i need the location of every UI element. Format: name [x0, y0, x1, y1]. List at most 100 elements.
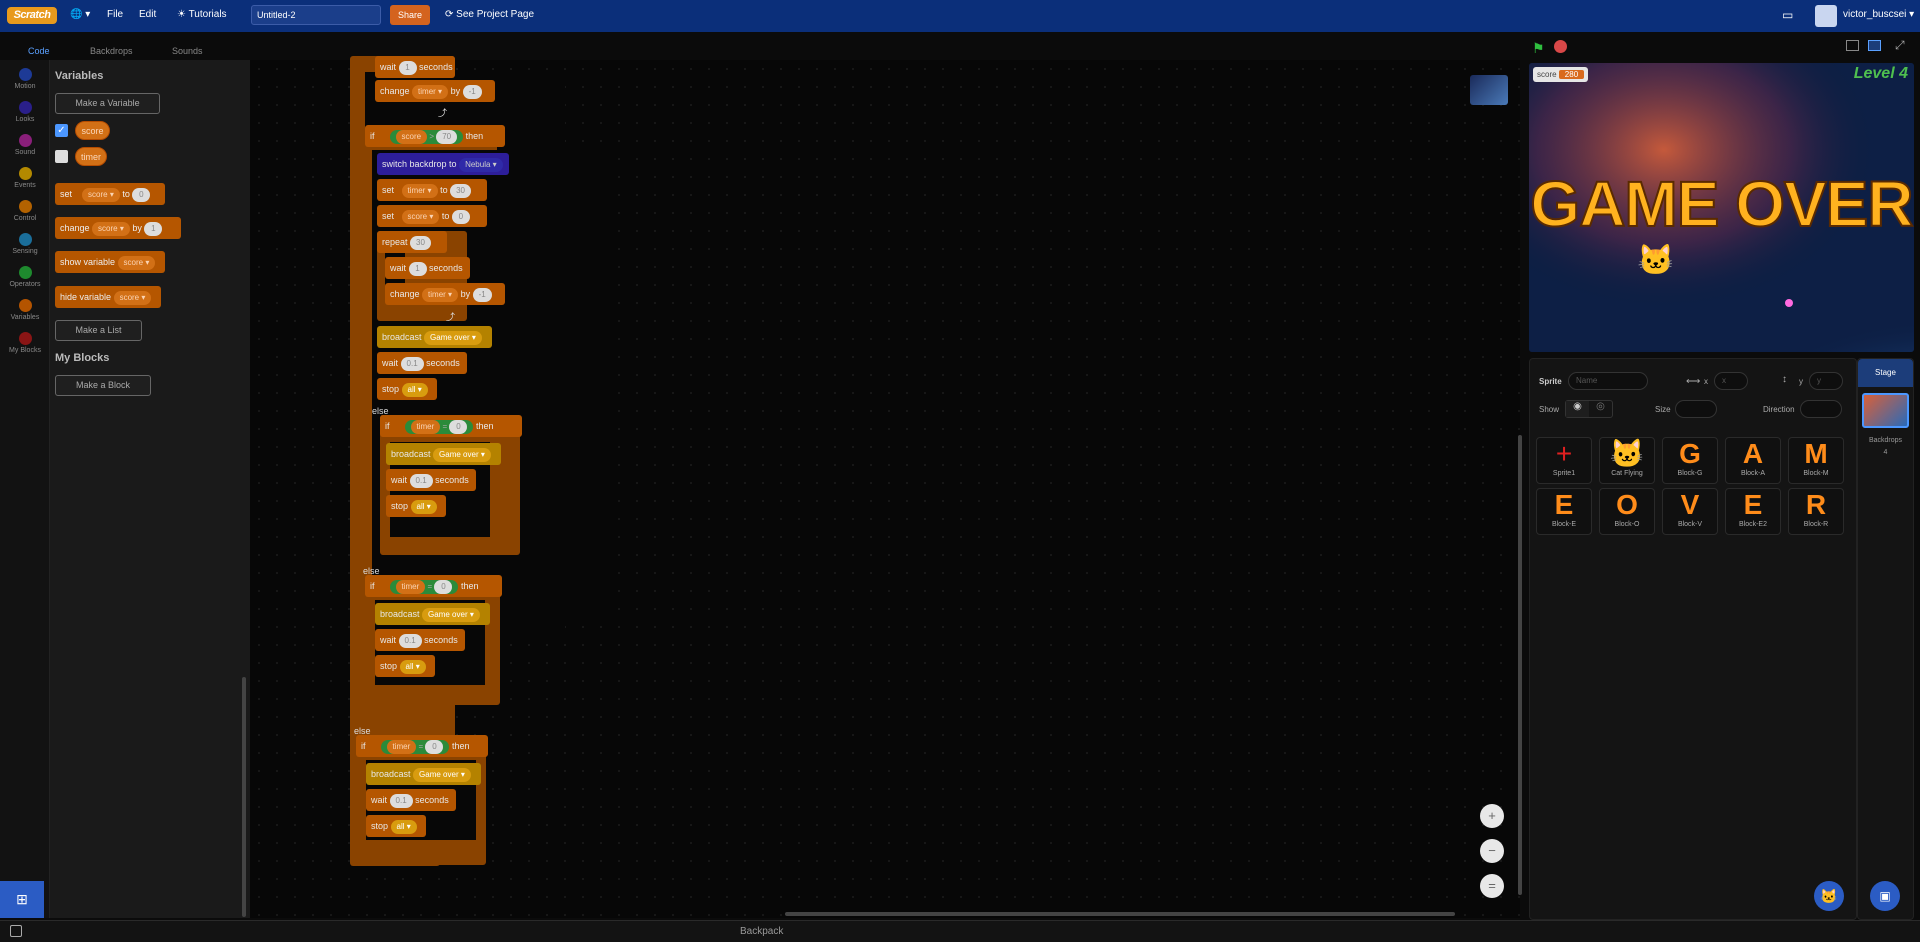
wait-input[interactable]: 0.1	[409, 473, 433, 488]
timer-reporter[interactable]: timer	[395, 579, 426, 594]
project-title-input[interactable]: Untitled-2	[251, 5, 381, 25]
backpack-bar[interactable]: Backpack	[0, 920, 1920, 942]
timer-checkbox[interactable]	[55, 150, 68, 163]
show-var-dropdown[interactable]: score ▾	[117, 255, 156, 270]
stage-thumbnail[interactable]	[1862, 393, 1909, 428]
stop-dropdown[interactable]: all ▾	[410, 499, 437, 514]
sprite-tile[interactable]: E Block-E2	[1725, 488, 1781, 535]
change-block[interactable]: change timer ▾ by -1	[375, 80, 495, 102]
equals-operator[interactable]: timer = 0	[389, 579, 459, 594]
sprite-tile[interactable]: 🐱 Cat Flying	[1599, 437, 1655, 484]
category-sound[interactable]: Sound	[0, 134, 50, 156]
category-sensing[interactable]: Sensing	[0, 233, 50, 255]
size-input[interactable]	[1675, 400, 1717, 418]
edit-menu[interactable]: Edit	[139, 0, 156, 32]
x-input[interactable]: x	[1714, 372, 1748, 390]
sprite-tile[interactable]: O Block-O	[1599, 488, 1655, 535]
sprite-name-input[interactable]: Name	[1568, 372, 1648, 390]
zoom-in-icon[interactable]: +	[1480, 804, 1504, 828]
switch-backdrop-block[interactable]: switch backdrop to Nebula ▾	[377, 153, 509, 175]
wait-block[interactable]: wait 0.1 seconds	[375, 629, 465, 651]
code-workspace[interactable]: wait 1 seconds change timer ▾ by -1 ⤴ if sc…	[250, 56, 1522, 918]
make-list-button[interactable]: Make a List	[55, 320, 142, 341]
direction-input[interactable]	[1800, 400, 1842, 418]
equals-operator[interactable]: timer = 0	[380, 739, 450, 754]
score-reporter[interactable]: score	[75, 121, 110, 140]
see-project-page-button[interactable]: ⟳ See Project Page	[445, 0, 534, 32]
stop-block[interactable]: stop all ▾	[377, 378, 437, 400]
repeat-input[interactable]: 30	[410, 235, 431, 250]
repeat-block[interactable]: repeat 30	[377, 231, 447, 253]
if-block[interactable]: if score > 70 then	[365, 125, 505, 147]
compare-input[interactable]: 0	[425, 739, 444, 754]
file-menu[interactable]: File	[107, 0, 123, 32]
wait-input[interactable]: 0.1	[400, 356, 424, 371]
stage-selector[interactable]: Stage Backdrops 4 ▣	[1857, 358, 1914, 920]
sprite-tile[interactable]: E Block-E	[1536, 488, 1592, 535]
change-variable-block[interactable]: change score ▾ by 1	[55, 217, 181, 239]
change-value-input[interactable]: 1	[144, 221, 163, 236]
compare-input[interactable]: 0	[449, 419, 468, 434]
avatar[interactable]	[1815, 5, 1837, 27]
by-input[interactable]: -1	[472, 287, 492, 302]
if-block[interactable]: if timer = 0 then	[356, 735, 488, 757]
tab-code[interactable]: Code	[10, 42, 58, 60]
choose-backdrop-button[interactable]: ▣	[1870, 881, 1900, 911]
category-looks[interactable]: Looks	[0, 101, 50, 123]
sprite-tile[interactable]: M Block-M	[1788, 437, 1844, 484]
sprite-tile[interactable]: A Block-A	[1725, 437, 1781, 484]
set-value-input[interactable]: 0	[132, 187, 151, 202]
backdrop-dropdown[interactable]: Nebula ▾	[459, 157, 503, 172]
hide-var-dropdown[interactable]: score ▾	[113, 290, 152, 305]
stop-dropdown[interactable]: all ▾	[390, 819, 417, 834]
wait-input[interactable]: 0.1	[398, 633, 422, 648]
tab-backdrops[interactable]: Backdrops	[72, 42, 148, 60]
workspace-vertical-scrollbar[interactable]	[1518, 435, 1522, 895]
zoom-out-icon[interactable]: −	[1480, 839, 1504, 863]
broadcast-dropdown[interactable]: Game over ▾	[422, 607, 480, 622]
username[interactable]: victor_buscsei ▾	[1843, 0, 1914, 32]
palette-scrollbar[interactable]	[242, 677, 246, 917]
timer-reporter[interactable]: timer	[410, 419, 441, 434]
normal-stage-icon[interactable]	[1868, 40, 1881, 51]
category-events[interactable]: Events	[0, 167, 50, 189]
var-dropdown[interactable]: timer ▾	[422, 287, 459, 302]
wait-block[interactable]: wait 0.1 seconds	[377, 352, 467, 374]
add-extension-button[interactable]: ⊞	[0, 881, 44, 918]
wait-input[interactable]: 1	[398, 60, 417, 75]
set-block[interactable]: set score ▾ to 0	[377, 205, 487, 227]
workspace-horizontal-scrollbar[interactable]	[785, 912, 1455, 916]
compare-input[interactable]: 0	[434, 579, 453, 594]
fullscreen-icon[interactable]: ⤢	[1895, 38, 1905, 53]
wait-block[interactable]: wait 0.1 seconds	[366, 789, 456, 811]
sprite-tile[interactable]: R Block-R	[1788, 488, 1844, 535]
category-control[interactable]: Control	[0, 200, 50, 222]
var-dropdown[interactable]: timer ▾	[412, 84, 449, 99]
if-block[interactable]: if timer = 0 then	[365, 575, 502, 597]
category-my-blocks[interactable]: My Blocks	[0, 332, 50, 354]
stop-block[interactable]: stop all ▾	[386, 495, 446, 517]
show-variable-block[interactable]: show variable score ▾	[55, 251, 165, 273]
score-reporter[interactable]: score	[395, 129, 428, 144]
y-input[interactable]: y	[1809, 372, 1843, 390]
sprite-tile[interactable]: V Block-V	[1662, 488, 1718, 535]
category-operators[interactable]: Operators	[0, 266, 50, 288]
if-block[interactable]: if timer = 0 then	[380, 415, 522, 437]
share-button[interactable]: Share	[390, 5, 430, 25]
cat-sprite[interactable]: 🐱	[1637, 243, 1674, 278]
stage-canvas[interactable]: score 280 Level 4 GAME OVER 🐱	[1529, 63, 1914, 352]
eye-hidden-icon[interactable]: ◎	[1589, 401, 1612, 417]
choose-sprite-button[interactable]: 🐱	[1814, 881, 1844, 911]
wait-input[interactable]: 1	[408, 261, 427, 276]
folder-icon[interactable]: ▭	[1782, 0, 1793, 32]
timer-reporter[interactable]: timer	[386, 739, 417, 754]
stop-button[interactable]	[1554, 40, 1567, 53]
greater-than-operator[interactable]: score > 70	[389, 129, 464, 144]
set-input[interactable]: 30	[450, 183, 472, 198]
green-flag-icon[interactable]: ⚑	[1532, 40, 1545, 57]
stop-block[interactable]: stop all ▾	[375, 655, 435, 677]
broadcast-block[interactable]: broadcast Game over ▾	[366, 763, 481, 785]
category-motion[interactable]: Motion	[0, 68, 50, 90]
compare-input[interactable]: 70	[436, 129, 458, 144]
broadcast-dropdown[interactable]: Game over ▾	[413, 767, 471, 782]
